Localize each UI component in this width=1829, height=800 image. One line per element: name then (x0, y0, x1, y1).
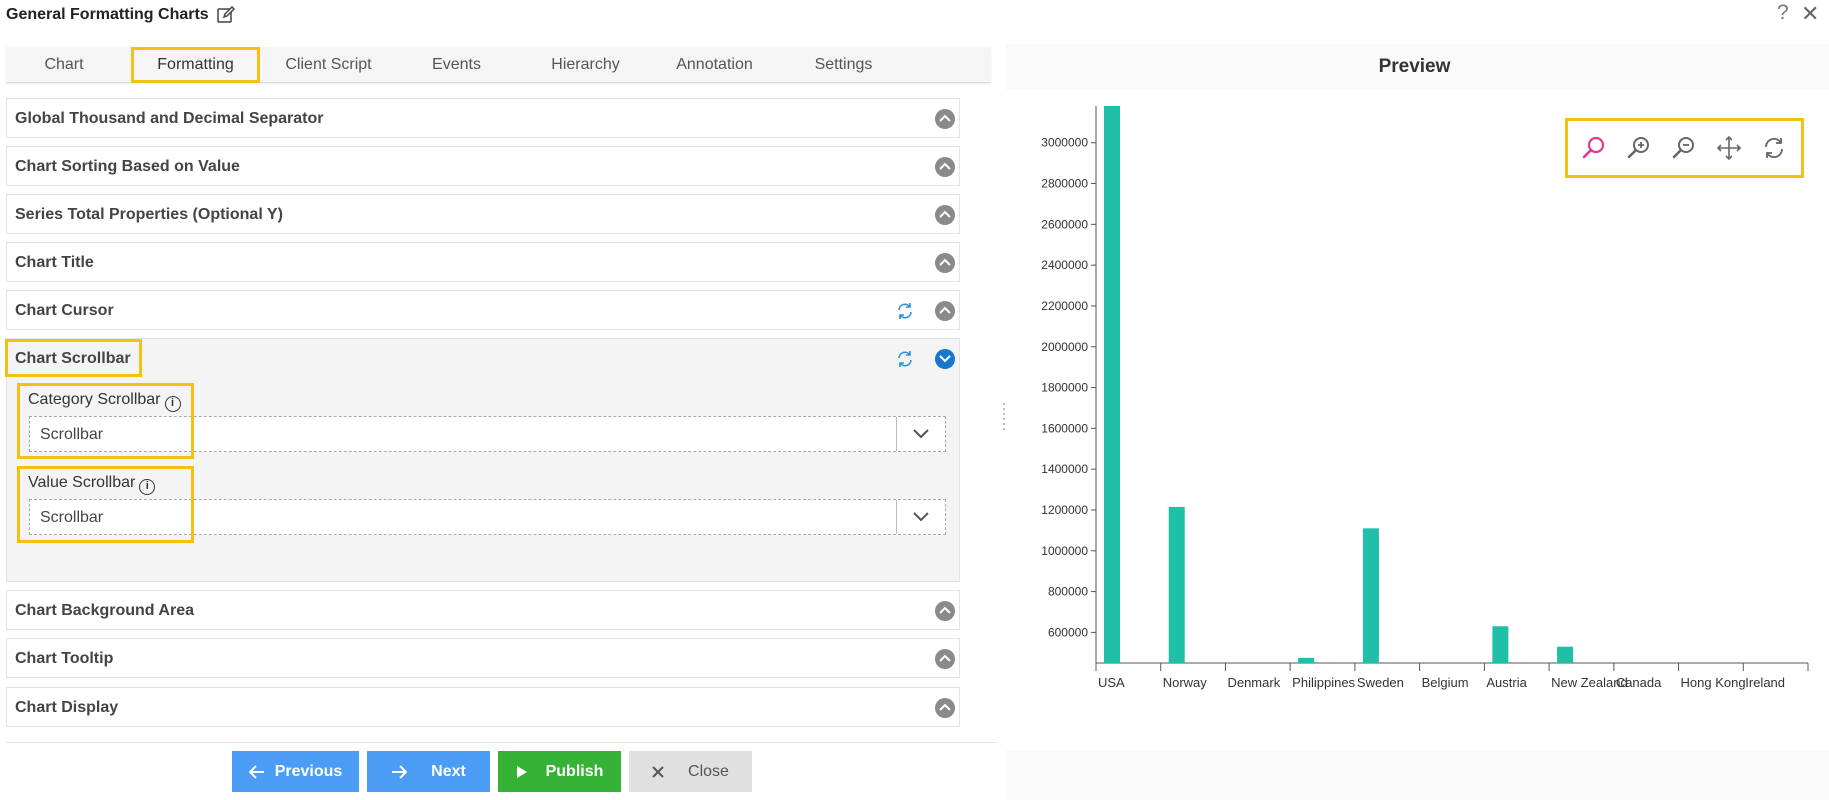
zoom-select-icon[interactable] (1580, 134, 1608, 162)
x-tick-label: Denmark (1227, 675, 1280, 690)
section-label: Series Total Properties (Optional Y) (15, 206, 283, 223)
section-chart-tooltip[interactable]: Chart Tooltip (6, 638, 960, 678)
bar-sweden[interactable] (1362, 528, 1379, 663)
tab-hierarchy[interactable]: Hierarchy (521, 47, 650, 83)
reset-zoom-icon[interactable] (1760, 134, 1788, 162)
footer-divider (6, 742, 996, 743)
bar-chart: 600000 800000 1000000 1200000 1400000 1600000… (1041, 106, 1809, 690)
section-label: Global Thousand and Decimal Separator (15, 110, 324, 127)
highlight-box (17, 466, 194, 543)
y-tick-label: 2200000 (1041, 299, 1088, 313)
x-tick-label: Philippines (1292, 675, 1355, 690)
tab-formatting[interactable]: Formatting (131, 47, 260, 83)
tab-annotation[interactable]: Annotation (650, 47, 779, 83)
chevron-down-icon[interactable] (935, 349, 955, 369)
publish-button[interactable]: Publish (498, 751, 621, 792)
highlight-box (17, 383, 194, 459)
section-label: Chart Title (15, 254, 94, 271)
y-tick-label: 800000 (1048, 585, 1088, 599)
y-tick-label: 2800000 (1041, 177, 1088, 191)
previous-label: Previous (274, 762, 343, 780)
close-window-icon[interactable]: ✕ (1801, 1, 1819, 27)
play-icon (516, 765, 527, 778)
x-tick-label: Sweden (1357, 675, 1404, 690)
y-tick-label: 2000000 (1041, 340, 1088, 354)
bar-norway[interactable] (1168, 506, 1185, 663)
chevron-up-icon[interactable] (935, 109, 955, 129)
tab-chart[interactable]: Chart (6, 47, 122, 83)
y-tick-label: 2600000 (1041, 217, 1088, 231)
section-chart-sorting[interactable]: Chart Sorting Based on Value (6, 146, 960, 186)
x-tick-label: Ireland (1745, 675, 1785, 690)
chevron-up-icon[interactable] (935, 301, 955, 321)
section-label: Chart Background Area (15, 602, 194, 619)
y-tick-label: 1000000 (1041, 544, 1088, 558)
x-tick-label: Canada (1616, 675, 1662, 690)
section-label: Chart Display (15, 699, 119, 716)
x-tick-label: Norway (1163, 675, 1208, 690)
y-tick-label: 600000 (1048, 625, 1088, 639)
next-button[interactable]: Next (367, 751, 490, 792)
x-tick-label: Austria (1486, 675, 1527, 690)
chevron-up-icon[interactable] (935, 649, 955, 669)
y-tick-label: 3000000 (1041, 136, 1088, 150)
bar-austria[interactable] (1492, 626, 1509, 663)
section-label: Chart Tooltip (15, 650, 114, 667)
x-tick-label: Hong Kong (1681, 675, 1746, 690)
tab-events[interactable]: Events (392, 47, 521, 83)
y-tick-label: 1400000 (1041, 462, 1088, 476)
arrow-left-icon (248, 764, 264, 779)
section-chart-display[interactable]: Chart Display (6, 687, 960, 727)
section-chart-title[interactable]: Chart Title (6, 242, 960, 282)
preview-title: Preview (1378, 56, 1451, 77)
section-label: Chart Cursor (15, 302, 114, 319)
next-label: Next (431, 762, 466, 780)
help-icon[interactable]: ? (1777, 1, 1789, 25)
bar-usa[interactable] (1104, 106, 1120, 663)
tab-client-script[interactable]: Client Script (264, 47, 393, 83)
previous-button[interactable]: Previous (232, 751, 359, 792)
chevron-up-icon[interactable] (935, 601, 955, 621)
settings-panel: Chart Formatting Client Script Events Hi… (0, 44, 1000, 800)
pan-icon[interactable] (1715, 134, 1743, 162)
dropdown-button[interactable] (896, 500, 945, 534)
edit-icon[interactable] (216, 5, 236, 25)
arrow-right-icon (392, 764, 408, 779)
close-button[interactable]: Close (629, 751, 752, 792)
x-tick-label: USA (1098, 675, 1125, 690)
section-global-separator[interactable]: Global Thousand and Decimal Separator (6, 98, 960, 138)
bar-philippines[interactable] (1298, 657, 1315, 663)
chevron-up-icon[interactable] (935, 253, 955, 273)
zoom-out-icon[interactable] (1670, 134, 1698, 162)
y-tick-label: 1600000 (1041, 421, 1088, 435)
close-label: Close (688, 762, 729, 780)
tab-bar: Chart Formatting Client Script Events Hi… (6, 47, 991, 83)
section-series-total[interactable]: Series Total Properties (Optional Y) (6, 194, 960, 234)
close-icon (652, 765, 664, 778)
refresh-icon[interactable] (895, 301, 915, 321)
chevron-up-icon[interactable] (935, 157, 955, 177)
highlight-box (5, 339, 142, 377)
window-title: General Formatting Charts (6, 6, 209, 23)
chevron-up-icon[interactable] (935, 205, 955, 225)
dropdown-button[interactable] (896, 417, 945, 451)
zoom-in-icon[interactable] (1625, 134, 1653, 162)
section-label: Chart Sorting Based on Value (15, 158, 240, 175)
section-chart-scrollbar: Chart Scrollbar Category Scrollbar i Scro… (5, 338, 960, 582)
tab-settings[interactable]: Settings (779, 47, 908, 83)
chart-area: 600000 800000 1000000 1200000 1400000 1600000… (1006, 90, 1829, 750)
section-chart-background[interactable]: Chart Background Area (6, 590, 960, 630)
chevron-up-icon[interactable] (935, 698, 955, 718)
y-tick-label: 1800000 (1041, 381, 1088, 395)
bar-new-zealand[interactable] (1557, 646, 1574, 663)
x-tick-label: Belgium (1422, 675, 1469, 690)
y-tick-label: 1200000 (1041, 503, 1088, 517)
publish-label: Publish (545, 762, 604, 780)
section-chart-cursor[interactable]: Chart Cursor (6, 290, 960, 330)
refresh-icon[interactable] (895, 349, 915, 369)
title-bar: General Formatting Charts ? ✕ (0, 0, 1829, 32)
y-tick-label: 2400000 (1041, 258, 1088, 272)
